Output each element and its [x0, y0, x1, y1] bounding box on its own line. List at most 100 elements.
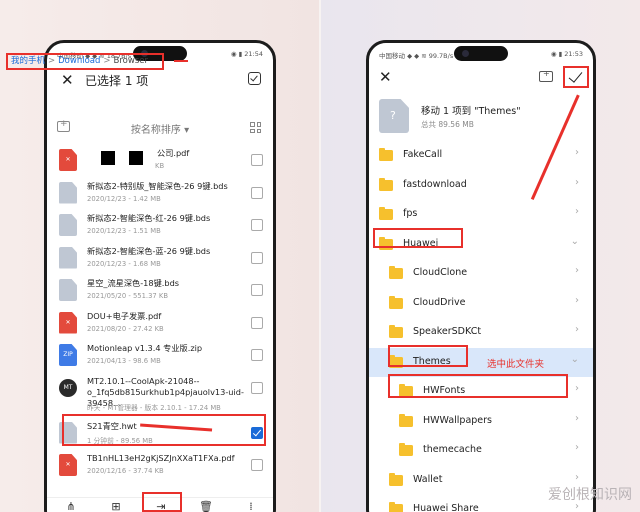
file-name: 公司.pdf: [157, 148, 190, 158]
file-row[interactable]: 新拟态2-智能深色-蓝-26 9键.bds 2020/12/23 - 1.68 M…: [47, 243, 273, 276]
folder-icon: [389, 325, 403, 338]
folder-name: SpeakerSDKCt: [413, 326, 482, 337]
folder-row[interactable]: CloudDrive ›: [369, 289, 593, 319]
status-right: ◉ ▮ 21:53: [550, 50, 583, 58]
scrollbar[interactable]: [274, 265, 276, 285]
file-icon: [379, 99, 409, 133]
folder-tree: FakeCall › fastdownload › fps › Huawei ⌄ CloudCl…: [369, 141, 593, 512]
folder-row[interactable]: CloudClone ›: [369, 259, 593, 289]
pdf-file-icon: ✕: [59, 149, 77, 171]
file-row[interactable]: ✕ DOU+电子发票.pdf 2021/08/20 - 27.42 KB: [47, 308, 273, 341]
file-row[interactable]: ZIP Motionleap v1.3.4 专业版.zip 2021/04/13 -…: [47, 340, 273, 373]
folder-row[interactable]: FakeCall ›: [369, 141, 593, 171]
folder-row[interactable]: HWWallpapers ›: [369, 407, 593, 437]
file-checkbox[interactable]: [251, 316, 263, 329]
sort-bar: 按名称排序 ▾: [47, 119, 273, 139]
annotation-box-huawei: [373, 228, 463, 248]
copy-button[interactable]: ⊞复制: [96, 500, 136, 512]
chevron-right-icon[interactable]: ›: [575, 472, 579, 483]
sort-button[interactable]: 按名称排序 ▾: [47, 121, 273, 136]
chevron-right-icon[interactable]: ›: [575, 177, 579, 188]
divider: [319, 0, 321, 512]
file-row[interactable]: 星空_流星深色-18键.bds 2021/05/20 - 551.37 KB: [47, 275, 273, 308]
folder-icon: [389, 472, 403, 486]
status-right: ◉ ▮ 21:54: [230, 50, 263, 58]
grid-view-icon[interactable]: [250, 122, 261, 133]
annotation-box-move: [142, 492, 182, 512]
select-note: 选中此文件夹: [487, 358, 545, 370]
file-checkbox[interactable]: [251, 186, 263, 199]
file-checkbox[interactable]: [251, 381, 263, 394]
chevron-right-icon[interactable]: ›: [575, 147, 579, 158]
file-checkbox[interactable]: [251, 154, 263, 166]
file-meta: 昨天 - MT管理器 - 版本 2.10.1 - 17.24 MB: [87, 403, 221, 412]
folder-row[interactable]: fps ›: [369, 200, 593, 230]
more-icon: ⁞: [249, 500, 253, 512]
file-row[interactable]: ✕ 公司.pdf KB: [47, 145, 273, 178]
folder-row[interactable]: themecache ›: [369, 436, 593, 466]
redaction-mark: [129, 151, 143, 165]
chevron-right-icon[interactable]: ›: [575, 413, 579, 424]
chevron-right-icon[interactable]: ›: [575, 442, 579, 453]
annotation-box-themes: [388, 345, 468, 367]
folder-row[interactable]: fastdownload ›: [369, 171, 593, 201]
file-row[interactable]: MT MT2.10.1--CoolApk-21048--o_1fq5db815ur…: [47, 373, 273, 418]
chevron-right-icon[interactable]: ›: [575, 383, 579, 394]
annotation-box-hwfonts: [388, 374, 568, 398]
share-icon: ⋔: [66, 500, 76, 512]
chevron-right-icon[interactable]: ›: [575, 206, 579, 217]
document-file-icon: [59, 246, 77, 269]
file-meta: 2020/12/16 - 37.74 KB: [87, 467, 164, 475]
folder-name: HWWallpapers: [423, 414, 493, 426]
file-row[interactable]: 新拟态2-特别版_智能深色-26 9键.bds 2020/12/23 - 1.42…: [47, 178, 273, 211]
folder-name: fps: [403, 208, 418, 219]
more-button[interactable]: ⁞更多: [231, 500, 271, 512]
file-name: 新拟态2-智能深色-红-26 9键.bds: [87, 213, 211, 223]
file-row[interactable]: 新拟态2-智能深色-红-26 9键.bds 2020/12/23 - 1.51 M…: [47, 210, 273, 243]
file-checkbox[interactable]: [251, 349, 263, 361]
app-icon: MT: [59, 378, 77, 397]
file-meta: 2020/12/23 - 1.68 MB: [87, 259, 161, 268]
chevron-right-icon[interactable]: ›: [575, 265, 579, 276]
file-checkbox[interactable]: [251, 251, 263, 264]
annotation-arrow: [174, 60, 188, 62]
file-checkbox[interactable]: [251, 284, 263, 296]
folder-name: Wallet: [413, 473, 443, 485]
breadcrumb-download[interactable]: Download: [58, 56, 100, 66]
chevron-down-icon[interactable]: ⌄: [571, 236, 579, 247]
folder-name: themecache: [423, 444, 482, 455]
pdf-file-icon: ✕: [59, 311, 77, 334]
zip-file-icon: ZIP: [59, 344, 77, 366]
delete-button[interactable]: 🗑删除: [186, 500, 226, 512]
share-button[interactable]: ⋔分享: [51, 500, 91, 512]
folder-row[interactable]: SpeakerSDKCt ›: [369, 318, 593, 348]
chevron-right-icon[interactable]: ›: [575, 324, 579, 335]
status-left: 中国移动 ◆ ◆ ≋ 99.7B/s: [379, 52, 454, 60]
file-row[interactable]: ✕ TB1nHL13eH2gKjSZJnXXaT1FXa.pdf 2020/12/1…: [47, 450, 273, 483]
file-name: 星空_流星深色-18键.bds: [87, 278, 180, 288]
confirm-check-icon[interactable]: [563, 66, 589, 88]
page-title: 已选择 1 项: [85, 74, 149, 88]
chevron-right-icon[interactable]: ›: [575, 295, 579, 306]
file-checkbox[interactable]: [251, 459, 263, 471]
chevron-down-icon[interactable]: ⌄: [571, 354, 579, 365]
breadcrumb-my-phone[interactable]: 我的手机: [11, 56, 45, 66]
breadcrumb-browser: Browser: [113, 56, 148, 66]
file-checkbox[interactable]: [251, 219, 263, 231]
folder-icon: [379, 207, 393, 220]
camera-notch: [454, 46, 508, 61]
file-meta: 2021/05/20 - 551.37 KB: [87, 292, 169, 300]
file-meta: 2021/08/20 - 27.42 KB: [87, 324, 164, 333]
select-all-icon[interactable]: [248, 72, 261, 85]
status-bar: 中国移动 ◆ ◆ ≋ 99.7B/s ◉ ▮ 21:53: [369, 43, 593, 65]
file-meta: 2020/12/23 - 1.42 MB: [87, 194, 161, 203]
folder-name: Huawei Share: [413, 503, 479, 512]
new-folder-icon[interactable]: [539, 69, 553, 82]
close-icon[interactable]: ✕: [379, 68, 392, 86]
file-meta: KB: [155, 162, 165, 170]
close-icon[interactable]: ✕: [61, 71, 74, 89]
move-size: 总共 89.56 MB: [421, 120, 474, 129]
breadcrumb: 我的手机 > Download > Browser: [6, 53, 164, 70]
folder-icon: [379, 177, 393, 191]
delete-icon: 🗑: [199, 500, 213, 512]
